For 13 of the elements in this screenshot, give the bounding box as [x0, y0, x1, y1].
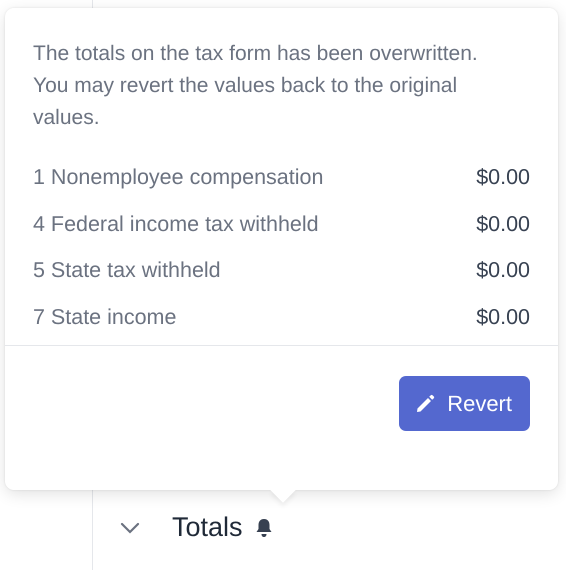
- row-value: $0.00: [476, 164, 530, 191]
- revert-button[interactable]: Revert: [399, 376, 530, 431]
- row-label: 4 Federal income tax withheld: [33, 210, 319, 238]
- row-value: $0.00: [476, 257, 530, 284]
- row-label: 1 Nonemployee compensation: [33, 164, 324, 191]
- row-value: $0.00: [476, 210, 530, 238]
- row-label: 5 State tax withheld: [33, 257, 221, 284]
- row-label: 7 State income: [33, 304, 176, 330]
- pencil-icon: [415, 394, 436, 414]
- row-value: $0.00: [476, 304, 530, 330]
- message-text: The totals on the tax form has been overwritten. You may revert the values back to the original values.: [33, 41, 479, 131]
- section-title: Totals: [172, 512, 243, 543]
- bell-icon[interactable]: [254, 518, 273, 538]
